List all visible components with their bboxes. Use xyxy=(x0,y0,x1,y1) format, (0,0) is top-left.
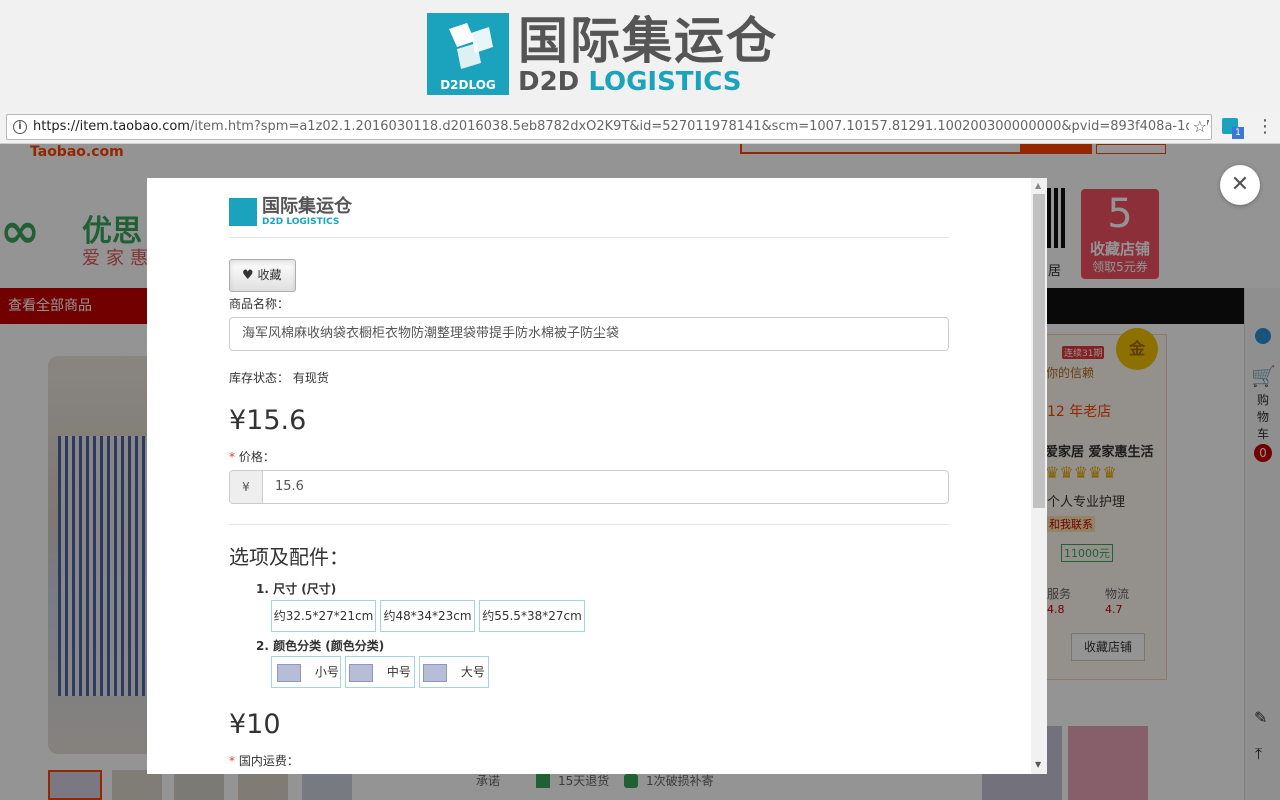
favorite-label: 收藏 xyxy=(257,268,282,282)
required-mark: * xyxy=(229,450,235,464)
modal-logo-mark xyxy=(229,198,257,226)
swatch-medium-icon xyxy=(349,663,373,682)
size-option-2[interactable]: 约48*34*23cm xyxy=(380,600,475,632)
currency-addon: ¥ xyxy=(230,471,263,503)
modal-header-divider xyxy=(229,237,949,238)
modal-scrollbar[interactable]: ▲ ▼ xyxy=(1031,178,1047,774)
banner-logistics: LOGISTICS xyxy=(588,67,742,97)
scroll-up-arrow-icon[interactable]: ▲ xyxy=(1035,181,1041,190)
close-button[interactable]: ✕ xyxy=(1220,165,1260,205)
stock-value: 有现货 xyxy=(292,371,329,385)
banner-title-en: D2D LOGISTICS xyxy=(518,66,742,98)
banner-d2d: D2D xyxy=(518,67,580,97)
top-banner: D2DLOG 国际集运仓 D2D LOGISTICS xyxy=(0,0,1280,112)
options-divider xyxy=(229,524,949,525)
stock-status: 库存状态： 有现货 xyxy=(229,369,329,386)
logo-mark-text: D2DLOG xyxy=(440,78,496,92)
color-option-large[interactable]: 大号 xyxy=(419,656,489,688)
info-icon[interactable]: i xyxy=(13,120,27,134)
heart-icon: ♥ xyxy=(242,268,254,283)
options-title: 选项及配件： xyxy=(229,545,349,569)
swatch-small-icon xyxy=(277,663,301,682)
price-label-text: 价格： xyxy=(238,450,275,464)
modal-logo-cn: 国际集运仓 xyxy=(262,196,352,217)
color-option-small[interactable]: 小号 xyxy=(271,656,341,688)
modal-logo-en: D2D LOGISTICS xyxy=(262,217,340,227)
banner-title-cn: 国际集运仓 xyxy=(518,12,778,70)
name-field[interactable]: 海军风棉麻收纳袋衣橱柜衣物防潮整理袋带提手防水棉被子防尘袋 xyxy=(229,317,949,351)
name-label: 商品名称： xyxy=(229,297,290,311)
d2dlog-logo-mark: D2DLOG xyxy=(427,13,509,95)
price-input[interactable]: 15.6 xyxy=(275,471,304,503)
option1-title: 1. 尺寸 (尺寸) xyxy=(256,582,337,596)
scroll-thumb[interactable] xyxy=(1033,194,1045,508)
price-label: * 价格： xyxy=(229,448,275,465)
browser-toolbar: i https://item.taobao.com/item.htm?spm=a… xyxy=(0,112,1280,144)
shipping-label: * 国内运费： xyxy=(229,752,299,769)
shipping-required-mark: * xyxy=(229,754,235,768)
size-option-1[interactable]: 约32.5*27*21cm xyxy=(271,600,376,632)
url-host: https://item.taobao.com xyxy=(33,119,190,134)
shipping-display: ¥10 xyxy=(229,709,281,740)
price-display: ¥15.6 xyxy=(229,405,307,436)
scroll-down-arrow-icon[interactable]: ▼ xyxy=(1035,760,1041,769)
color-option-small-label: 小号 xyxy=(314,665,339,679)
color-option-medium-label: 中号 xyxy=(386,665,411,679)
url-path: /item.htm?spm=a1z02.1.2016030118.d201603… xyxy=(189,119,1212,134)
color-option-medium[interactable]: 中号 xyxy=(345,656,415,688)
product-modal: 国际集运仓 D2D LOGISTICS ♥ 收藏 商品名称： 海军风棉麻收纳袋衣… xyxy=(147,178,1047,774)
bookmark-star-icon[interactable]: ☆ xyxy=(1188,115,1207,139)
option2-title: 2. 颜色分类 (颜色分类) xyxy=(256,639,385,653)
address-bar[interactable]: i https://item.taobao.com/item.htm?spm=a… xyxy=(6,114,1212,140)
close-icon: ✕ xyxy=(1230,172,1250,197)
size-option-3[interactable]: 约55.5*38*27cm xyxy=(479,600,585,632)
menu-kebab-icon[interactable]: ⋮ xyxy=(1256,116,1274,138)
color-option-large-label: 大号 xyxy=(460,665,485,679)
price-input-group: ¥ 15.6 xyxy=(229,470,949,504)
swatch-large-icon xyxy=(423,663,447,682)
favorite-button[interactable]: ♥ 收藏 xyxy=(229,259,296,292)
shipping-label-text: 国内运费： xyxy=(238,754,299,768)
stock-label: 库存状态： xyxy=(229,371,290,385)
extension-badge: 1 xyxy=(1232,127,1244,139)
boxes-icon xyxy=(449,23,493,69)
